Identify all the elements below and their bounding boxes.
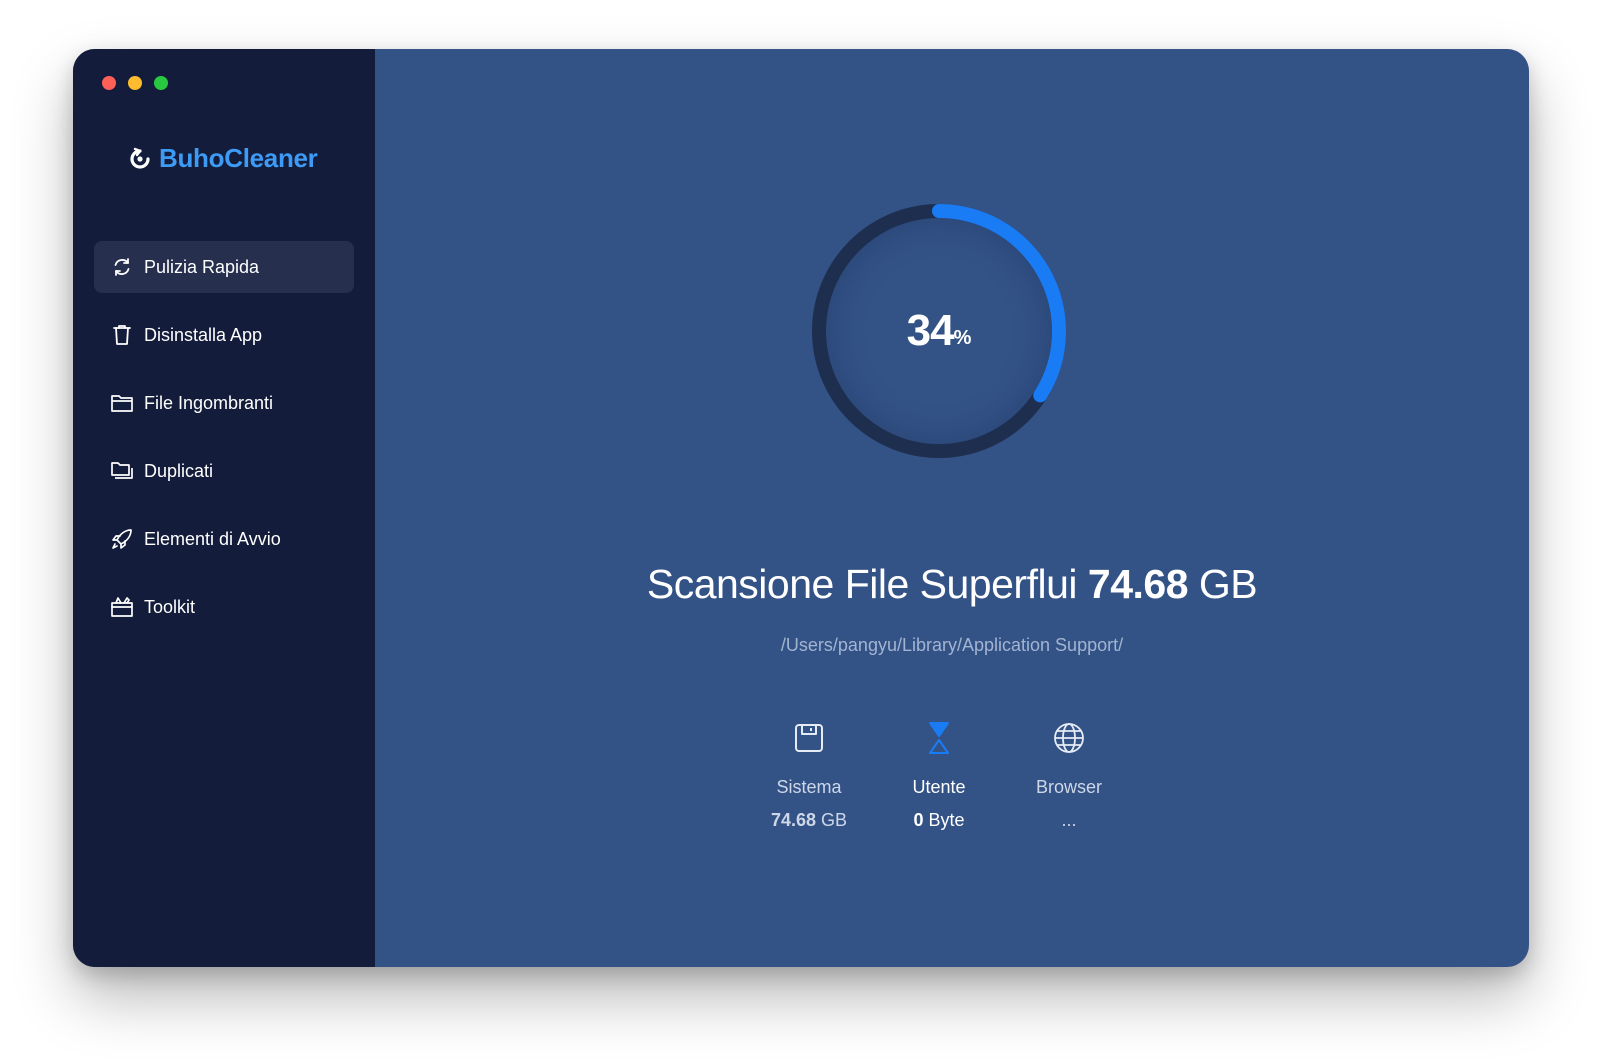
sidebar-item-label: Elementi di Avvio <box>144 528 281 549</box>
sidebar-item-file-ingombranti[interactable]: File Ingombranti <box>94 377 354 429</box>
sidebar-item-label: File Ingombranti <box>144 392 274 413</box>
progress-value: 34 <box>906 306 955 355</box>
category-size-number: 74.68 <box>770 810 816 830</box>
sidebar-item-label: Pulizia Rapida <box>144 256 260 277</box>
minimize-window-button[interactable] <box>128 76 142 90</box>
category-value: ... <box>1009 810 1129 831</box>
sidebar-item-pulizia-rapida[interactable]: Pulizia Rapida <box>94 241 354 293</box>
brand: BuhoCleaner <box>129 143 318 174</box>
disk-icon <box>749 719 869 757</box>
window-controls <box>102 76 168 90</box>
sidebar-item-disinstalla-app[interactable]: Disinstalla App <box>94 309 354 361</box>
category-value: 74.68 GB <box>749 810 869 831</box>
zoom-window-button[interactable] <box>154 76 168 90</box>
sidebar: BuhoCleaner Pulizia Rapida Disinstalla A… <box>73 49 375 967</box>
total-size-unit: GB <box>1198 561 1258 607</box>
sidebar-item-elementi-di-avvio[interactable]: Elementi di Avvio <box>94 513 354 565</box>
folder-icon <box>110 391 134 415</box>
current-scan-path: /Users/pangyu/Library/Application Suppor… <box>780 635 1124 655</box>
rocket-icon <box>110 527 134 551</box>
trash-icon <box>110 323 134 347</box>
headline-prefix: Scansione File Superflui <box>646 561 1078 607</box>
scan-headline: Scansione File Superflui 74.68 GB <box>375 561 1529 608</box>
duplicate-folder-icon <box>110 459 134 483</box>
sidebar-item-label: Toolkit <box>144 596 196 617</box>
scan-progress-ring: 34 % <box>807 199 1071 463</box>
scan-categories: Sistema 74.68 GB Utente 0 Byte Browser .… <box>749 719 1129 831</box>
sidebar-item-label: Duplicati <box>144 460 214 481</box>
category-label: Browser <box>1035 777 1102 797</box>
sidebar-item-toolkit[interactable]: Toolkit <box>94 581 354 633</box>
category-sistema: Sistema 74.68 GB <box>749 719 869 831</box>
globe-icon <box>1009 719 1129 757</box>
category-size-number: ... <box>1061 810 1077 830</box>
category-label: Sistema <box>776 777 842 797</box>
category-value: 0 Byte <box>879 810 999 831</box>
category-utente: Utente 0 Byte <box>879 719 999 831</box>
category-size-unit: Byte <box>928 810 965 830</box>
owl-logo-icon <box>129 147 151 171</box>
category-size-number: 0 <box>913 810 924 830</box>
main-panel: 34 % Scansione File Superflui 74.68 GB /… <box>375 49 1529 967</box>
toolbox-icon <box>110 595 134 619</box>
sidebar-nav: Pulizia Rapida Disinstalla App File Ingo… <box>94 241 354 649</box>
sidebar-item-duplicati[interactable]: Duplicati <box>94 445 354 497</box>
category-label: Utente <box>912 777 966 797</box>
hourglass-icon <box>879 719 999 757</box>
total-size-value: 74.68 <box>1087 561 1189 607</box>
sidebar-item-label: Disinstalla App <box>144 324 263 345</box>
category-browser: Browser ... <box>1009 719 1129 831</box>
category-size-unit: GB <box>821 810 848 830</box>
progress-percent: 34 % <box>807 199 1071 463</box>
app-name: BuhoCleaner <box>159 143 318 173</box>
refresh-icon <box>110 255 134 279</box>
app-window: BuhoCleaner Pulizia Rapida Disinstalla A… <box>73 49 1529 967</box>
progress-unit: % <box>953 326 972 349</box>
close-window-button[interactable] <box>102 76 116 90</box>
